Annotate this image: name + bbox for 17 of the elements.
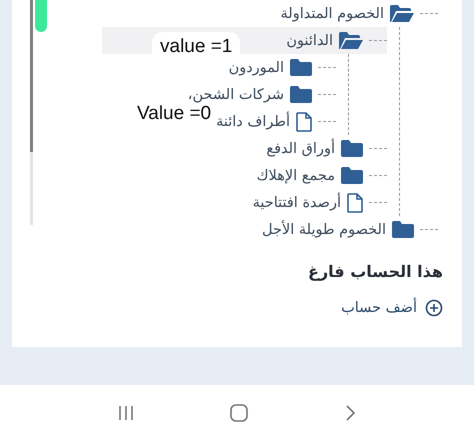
tree-item[interactable]: الموردون: [228, 60, 284, 76]
plus-circle-icon: [425, 299, 443, 317]
tree-item[interactable]: أطراف دائنة: [216, 114, 290, 130]
add-account-link[interactable]: أضف حساب: [341, 299, 443, 317]
scrollbar-thumb[interactable]: [30, 0, 33, 152]
empty-message: هذا الحساب فارغ: [307, 262, 443, 281]
tree-item[interactable]: مجمع الإهلاك: [256, 168, 335, 184]
highlighter-stroke: [34, 0, 48, 34]
tree-item[interactable]: أوراق الدفع: [266, 140, 335, 156]
tree-item[interactable]: أرصدة افتتاحية: [252, 194, 341, 210]
tree-item[interactable]: الدائنون: [286, 32, 333, 48]
tree-item[interactable]: الخصوم طويلة الأجل: [262, 222, 386, 238]
annotation-text: Value =0: [137, 103, 212, 125]
home-icon[interactable]: [229, 402, 249, 422]
tree-item[interactable]: شركات الشحن،: [188, 86, 284, 102]
recent-apps-icon[interactable]: [117, 404, 135, 422]
tree-item[interactable]: الخصوم المتداولة: [280, 6, 384, 22]
